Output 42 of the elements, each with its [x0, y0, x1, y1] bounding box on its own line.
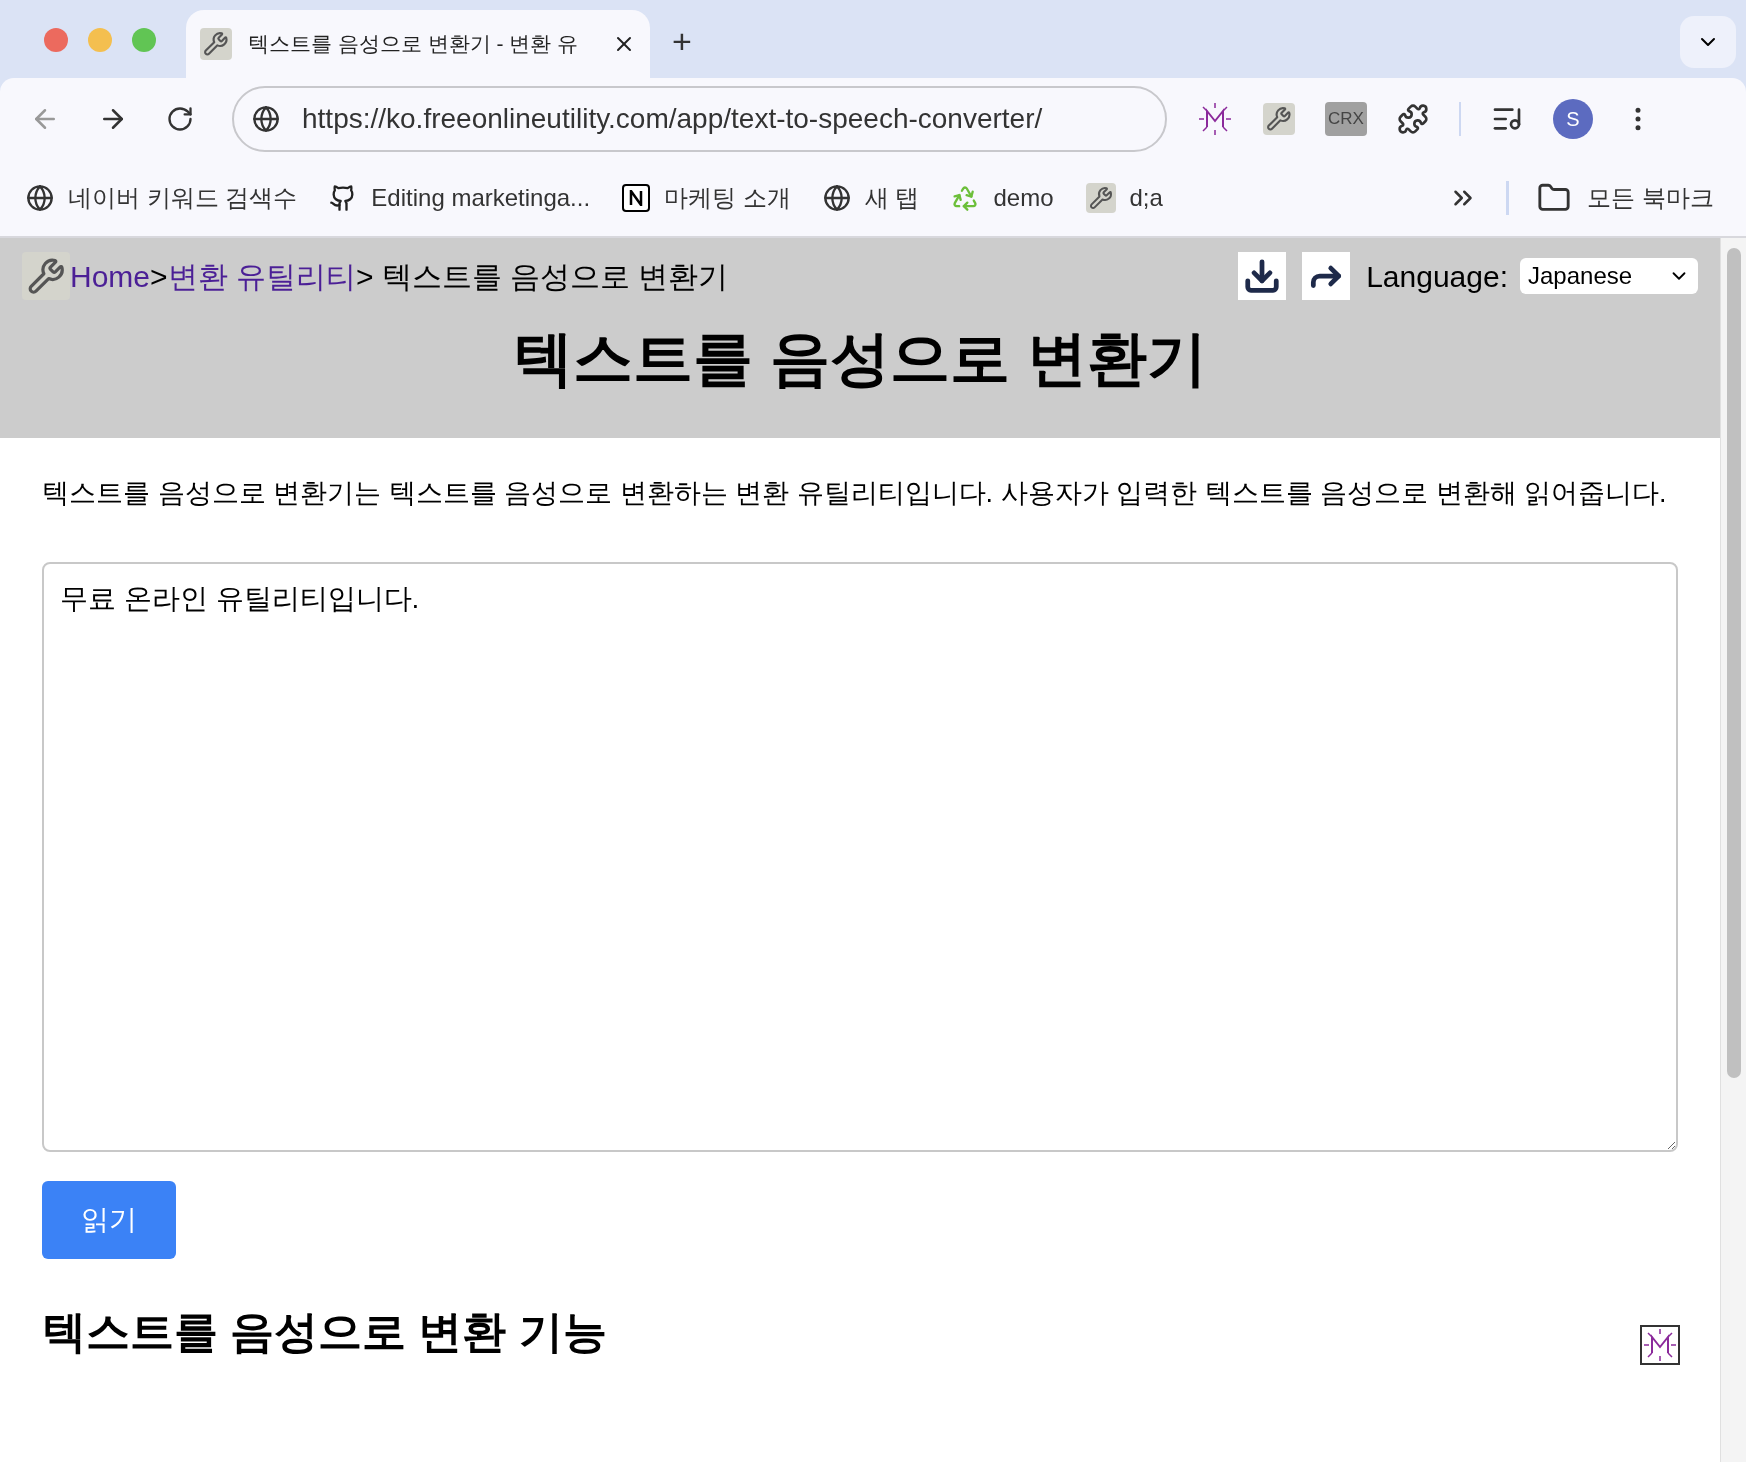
site-logo-icon — [22, 252, 70, 300]
reload-icon[interactable] — [166, 105, 194, 133]
tab-title: 텍스트를 음성으로 변환기 - 변환 유 — [248, 31, 580, 58]
favicon-icon — [200, 28, 232, 60]
wrench-icon — [1085, 183, 1116, 213]
site-info-icon — [252, 105, 280, 133]
scrollbar[interactable] — [1720, 238, 1746, 1462]
breadcrumb-link[interactable]: Home — [70, 259, 151, 293]
browser-tab[interactable]: 텍스트를 음성으로 변환기 - 변환 유 — [186, 10, 650, 78]
section-heading: 텍스트를 음성으로 변환 기능 — [42, 1306, 607, 1358]
read-button[interactable]: 읽기 — [42, 1181, 176, 1259]
profile-avatar[interactable]: S — [1552, 99, 1593, 139]
share-button[interactable] — [1302, 252, 1351, 300]
bookmark-item[interactable]: Editing marketinga... — [329, 180, 591, 216]
floating-extension-icon[interactable] — [1642, 1327, 1678, 1363]
address-bar[interactable]: https://ko.freeonlineutility.com/app/text-to-speech-converter/ — [232, 86, 1167, 152]
bookmark-item[interactable]: 마케팅 소개 — [622, 180, 791, 216]
description: 텍스트를 음성으로 변환기는 텍스트를 음성으로 변환하는 변환 유틸리티입니다. 사용자가 입력한 텍스트를 음성으로 변환해 읽어줍니다. — [42, 477, 1668, 510]
bookmark-item[interactable]: 새 탭 — [822, 180, 920, 216]
text-input[interactable]: 무료 온라인 유틸리티입니다. — [42, 562, 1678, 1152]
breadcrumb-text: > 텍스트를 음성으로 변환기 — [355, 259, 729, 293]
all-bookmarks-button[interactable]: 모든 북마크 — [1537, 180, 1714, 216]
download-button[interactable] — [1238, 252, 1287, 300]
globe-icon — [822, 184, 851, 212]
language-label: Language: — [1366, 258, 1508, 295]
page-title: 텍스트를 음성으로 변환기 — [512, 324, 1208, 394]
language-select[interactable]: Japanese — [1520, 258, 1698, 294]
recycle-icon — [951, 184, 980, 212]
notion-icon — [622, 184, 651, 212]
bookmark-item[interactable]: demo — [951, 180, 1054, 216]
crx-extension-button[interactable]: CRX — [1325, 102, 1367, 136]
extension-icon[interactable] — [1197, 101, 1233, 137]
breadcrumb-text: > — [150, 259, 168, 293]
url-text: https://ko.freeonlineutility.com/app/text-to-speech-converter/ — [302, 102, 1043, 136]
bookmark-item[interactable]: 네이버 키워드 검색수 — [26, 180, 298, 216]
extensions-icon[interactable] — [1396, 103, 1429, 135]
download-icon — [1243, 257, 1282, 295]
breadcrumb-link[interactable]: 변환 유틸리티 — [167, 259, 356, 293]
new-tab-button[interactable]: + — [672, 24, 692, 58]
bookmark-item[interactable]: d;a — [1085, 180, 1163, 216]
globe-icon — [26, 184, 54, 212]
wrench-extension-icon — [1263, 103, 1295, 135]
